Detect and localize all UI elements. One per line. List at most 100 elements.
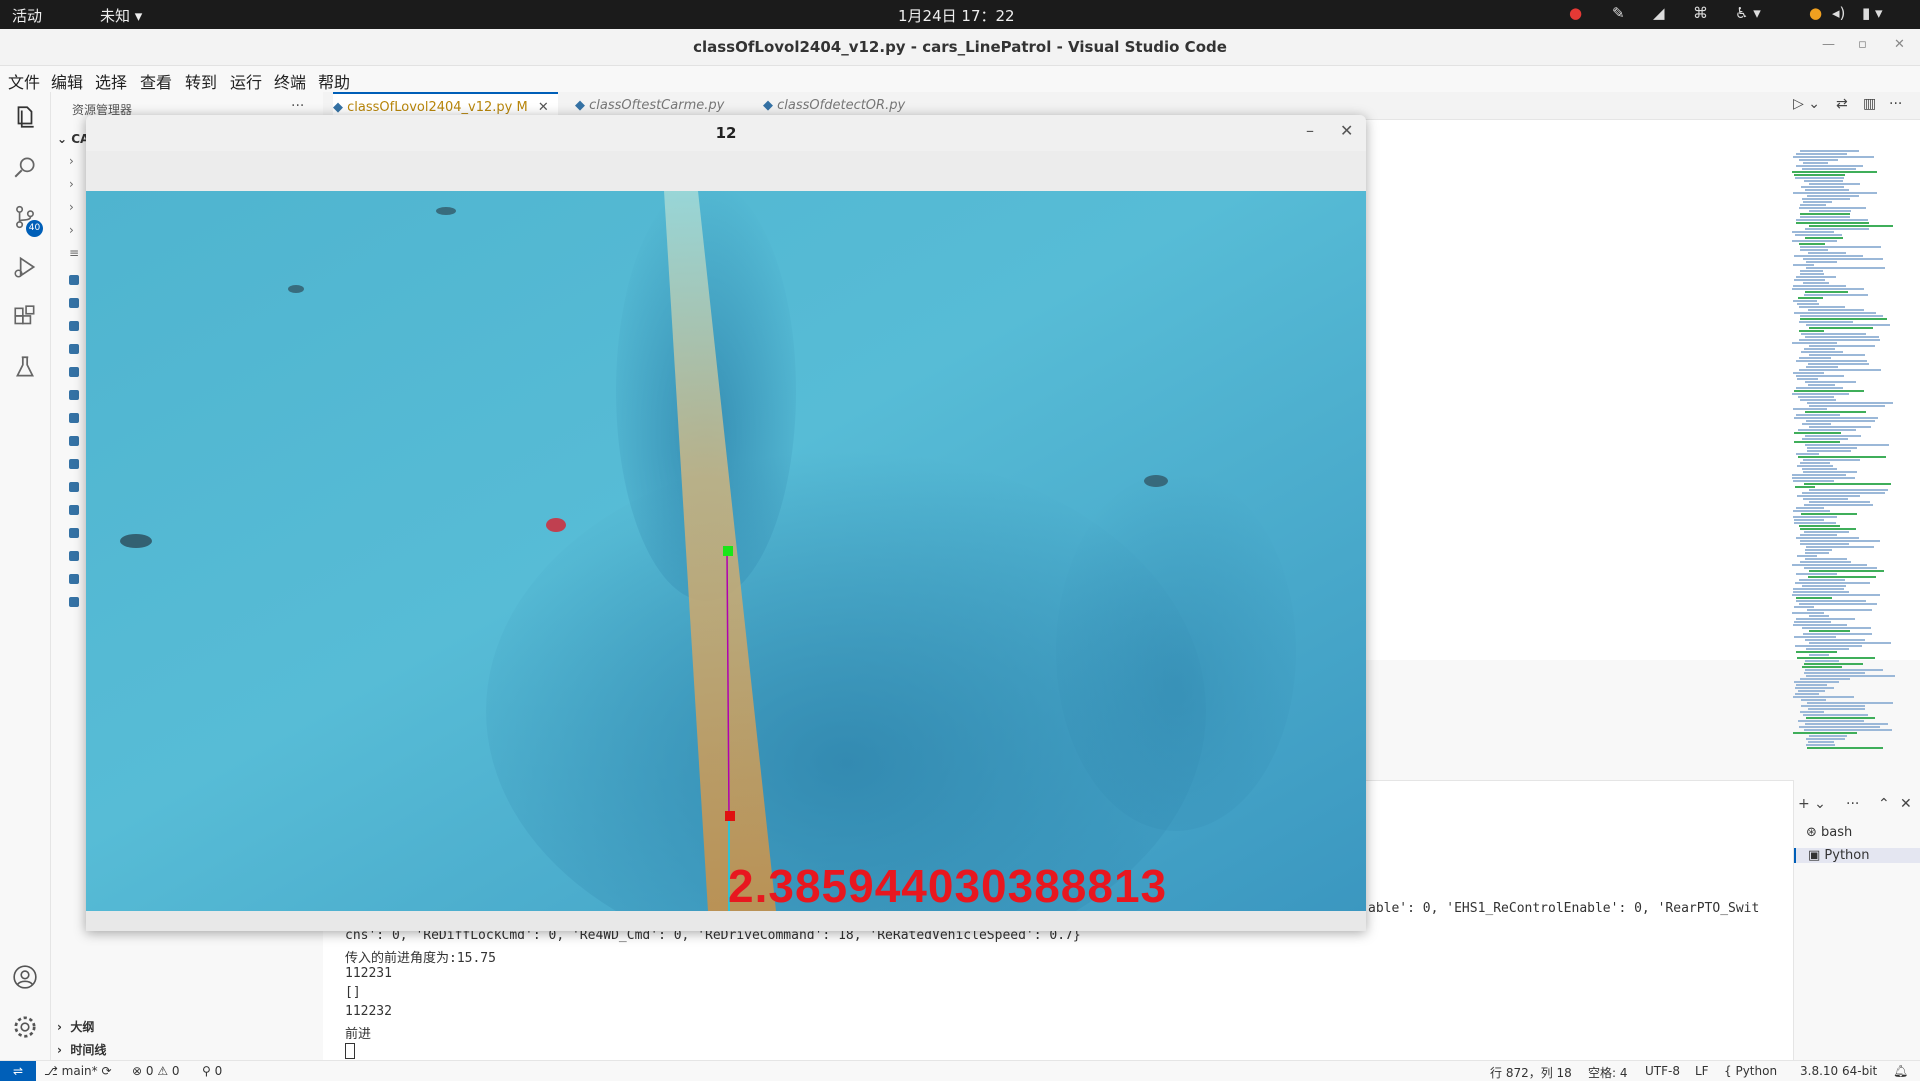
- menu-run[interactable]: 运行: [230, 69, 262, 93]
- minimap-line: [1792, 393, 1849, 395]
- encoding-status[interactable]: UTF-8: [1645, 1064, 1680, 1078]
- minimap-line: [1793, 408, 1827, 410]
- python-file-icon[interactable]: [69, 551, 79, 561]
- activities-button[interactable]: 活动: [12, 5, 42, 26]
- minimap-line: [1799, 207, 1866, 209]
- menu-edit[interactable]: 编辑: [51, 69, 83, 93]
- status-bar: ⇌ ⎇ main* ⟳ ⊗ 0 ⚠ 0 ⚲ 0 行 872，列 18 空格: 4…: [0, 1060, 1920, 1081]
- split-editor-icon[interactable]: ▥: [1863, 96, 1876, 112]
- new-terminal-icon[interactable]: + ⌄: [1798, 796, 1826, 812]
- minimize-icon[interactable]: –: [1306, 121, 1314, 140]
- clock[interactable]: 1月24日 17：22: [898, 5, 1015, 26]
- remote-icon[interactable]: ⇌: [0, 1061, 36, 1081]
- alert-icon[interactable]: ●: [1569, 4, 1582, 22]
- volume-icon[interactable]: ◂): [1832, 4, 1845, 22]
- python-file-icon[interactable]: [69, 413, 79, 423]
- search-icon[interactable]: [12, 154, 38, 180]
- interpreter-status[interactable]: 3.8.10 64-bit: [1800, 1064, 1877, 1078]
- maximize-icon[interactable]: ▫: [1858, 37, 1867, 52]
- python-file-icon[interactable]: [69, 390, 79, 400]
- status-dot-icon[interactable]: ●: [1809, 4, 1822, 22]
- run-debug-icon[interactable]: [12, 254, 38, 280]
- menu-terminal[interactable]: 终端: [274, 69, 306, 93]
- more-actions-icon[interactable]: ···: [291, 98, 304, 114]
- explorer-icon[interactable]: [12, 104, 38, 130]
- close-icon[interactable]: ✕: [1894, 37, 1905, 52]
- minimap-line: [1806, 744, 1835, 746]
- accessibility-icon[interactable]: ♿ ▾: [1735, 4, 1761, 22]
- python-file-icon[interactable]: [69, 597, 79, 607]
- eol-status[interactable]: LF: [1695, 1064, 1709, 1078]
- folder-chevron-icon[interactable]: ›: [69, 223, 74, 237]
- maximize-panel-icon[interactable]: ⌃: [1878, 796, 1890, 812]
- battery-icon[interactable]: ▮ ▾: [1862, 4, 1883, 22]
- menu-go[interactable]: 转到: [185, 69, 217, 93]
- minimap-line: [1804, 672, 1865, 674]
- folder-chevron-icon[interactable]: ›: [69, 154, 74, 168]
- settings-gear-icon[interactable]: [12, 1014, 38, 1040]
- editor-more-icon[interactable]: ···: [1889, 96, 1902, 112]
- branch-label: main*: [61, 1064, 98, 1078]
- outline-section[interactable]: › 大纲: [57, 1018, 94, 1035]
- python-file-icon[interactable]: [69, 436, 79, 446]
- workspace-root[interactable]: ⌄ CA: [57, 132, 89, 146]
- minimap-line: [1798, 456, 1886, 458]
- python-file-icon[interactable]: [69, 459, 79, 469]
- menu-help[interactable]: 帮助: [318, 69, 350, 93]
- python-file-icon[interactable]: [69, 528, 79, 538]
- terminal-session-bash[interactable]: ⊛ bash: [1806, 825, 1852, 840]
- minimap-line: [1802, 468, 1837, 470]
- branch-status[interactable]: ⎇ main* ⟳: [44, 1064, 112, 1078]
- tab-label: classOftestCarme.py: [589, 98, 725, 113]
- testing-icon[interactable]: [12, 354, 38, 380]
- minimap-line: [1799, 339, 1880, 341]
- app-menu[interactable]: 未知 ▾: [100, 5, 142, 26]
- close-tab-icon[interactable]: ✕: [538, 100, 549, 115]
- panel-more-icon[interactable]: ···: [1846, 796, 1859, 812]
- python-file-icon[interactable]: [69, 574, 79, 584]
- menu-file[interactable]: 文件: [8, 69, 40, 93]
- folder-chevron-icon[interactable]: ›: [69, 200, 74, 214]
- python-file-icon: ◆: [575, 98, 585, 113]
- menu-view[interactable]: 查看: [140, 69, 172, 93]
- opencv-image-window[interactable]: 12 – ✕ 2.385944030388813: [86, 115, 1366, 931]
- python-file-icon[interactable]: [69, 367, 79, 377]
- menu-selection[interactable]: 选择: [95, 69, 127, 93]
- python-file-icon[interactable]: [69, 275, 79, 285]
- indentation-status[interactable]: 空格: 4: [1588, 1064, 1628, 1081]
- minimap-line: [1806, 366, 1838, 368]
- minimap-line: [1792, 474, 1846, 476]
- python-file-icon[interactable]: [69, 344, 79, 354]
- timeline-section[interactable]: › 时间线: [57, 1041, 106, 1058]
- minimap-line: [1805, 435, 1861, 437]
- minimap-line: [1805, 291, 1848, 293]
- notifications-bell-icon[interactable]: 🔔︎: [1893, 1064, 1908, 1078]
- problems-status[interactable]: ⊗ 0 ⚠ 0: [132, 1064, 180, 1078]
- network-icon[interactable]: ◢: [1653, 4, 1665, 22]
- terminal-session-python[interactable]: ▣ Python: [1794, 848, 1920, 863]
- close-icon[interactable]: ✕: [1340, 121, 1353, 140]
- ports-status[interactable]: ⚲ 0: [202, 1064, 222, 1078]
- pen-icon[interactable]: ✎: [1612, 4, 1625, 22]
- run-file-icon[interactable]: ▷ ⌄: [1793, 96, 1820, 112]
- python-file-icon[interactable]: [69, 298, 79, 308]
- minimap[interactable]: [1792, 150, 1912, 770]
- extensions-icon[interactable]: [12, 304, 38, 330]
- compare-changes-icon[interactable]: ⇄: [1836, 96, 1848, 112]
- cursor-position[interactable]: 行 872，列 18: [1490, 1064, 1572, 1081]
- accounts-icon[interactable]: [12, 964, 38, 990]
- minimap-line: [1805, 723, 1888, 725]
- python-file-icon[interactable]: [69, 321, 79, 331]
- file-icon[interactable]: ≡: [69, 246, 79, 260]
- minimap-line: [1802, 168, 1856, 170]
- minimize-icon[interactable]: —: [1822, 37, 1835, 52]
- folder-chevron-icon[interactable]: ›: [69, 177, 74, 191]
- system-top-bar: 活动 未知 ▾ 1月24日 17：22 ● ✎ ◢ ⌘ ♿ ▾ ● ◂) ▮ ▾: [0, 0, 1920, 29]
- minimap-line: [1800, 273, 1824, 275]
- minimap-line: [1797, 495, 1860, 497]
- language-status[interactable]: { Python: [1724, 1064, 1777, 1078]
- close-panel-icon[interactable]: ✕: [1900, 796, 1912, 812]
- python-file-icon[interactable]: [69, 505, 79, 515]
- command-icon[interactable]: ⌘: [1693, 4, 1708, 22]
- python-file-icon[interactable]: [69, 482, 79, 492]
